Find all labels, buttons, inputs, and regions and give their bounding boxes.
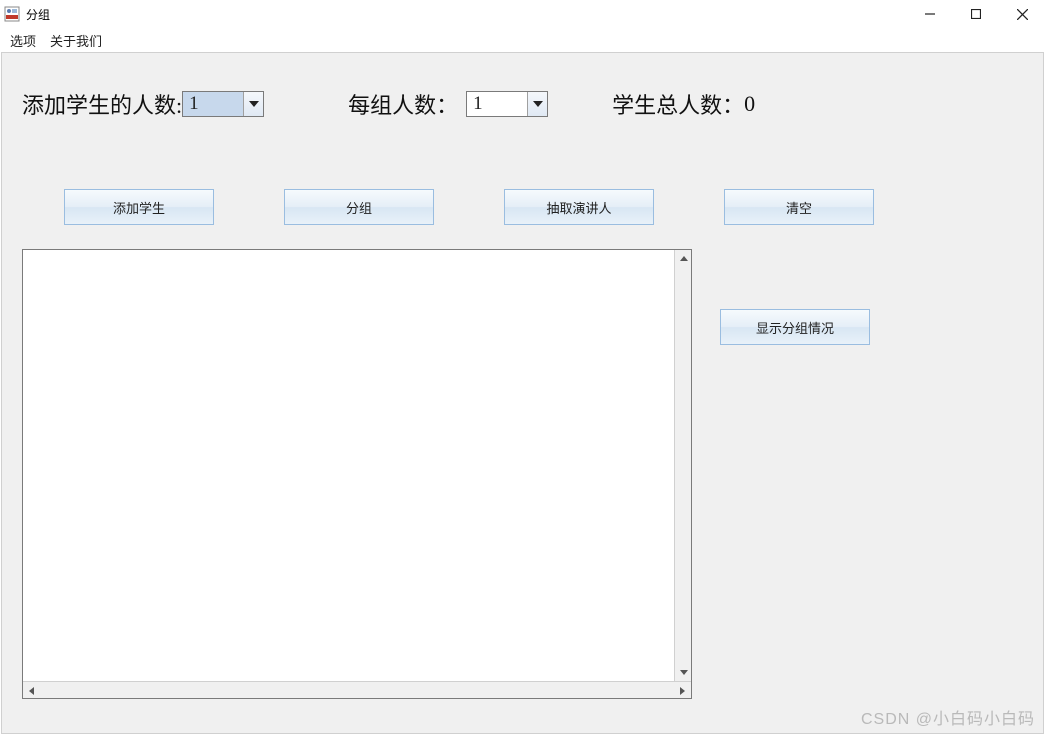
- total-label: 学生总人数：: [612, 88, 744, 120]
- menu-about[interactable]: 关于我们: [46, 29, 106, 52]
- show-grouping-button[interactable]: 显示分组情况: [720, 309, 870, 345]
- chevron-down-icon: [243, 92, 263, 116]
- close-button[interactable]: [999, 0, 1045, 28]
- scroll-right-icon[interactable]: [674, 682, 691, 699]
- per-group-value: 1: [467, 92, 527, 116]
- maximize-button[interactable]: [953, 0, 999, 28]
- horizontal-scrollbar[interactable]: [23, 681, 691, 698]
- per-group-label: 每组人数：: [348, 88, 458, 120]
- row-buttons: 添加学生 分组 抽取演讲人 清空: [64, 189, 1023, 229]
- row-config: 添加学生的人数: 1 每组人数： 1 学生总人数： 0: [22, 87, 1023, 121]
- chevron-down-icon: [527, 92, 547, 116]
- add-count-label: 添加学生的人数:: [22, 88, 182, 120]
- total-value: 0: [744, 91, 755, 117]
- menu-options[interactable]: 选项: [6, 29, 40, 52]
- add-student-button[interactable]: 添加学生: [64, 189, 214, 225]
- add-count-value: 1: [183, 92, 243, 116]
- group-button[interactable]: 分组: [284, 189, 434, 225]
- per-group-combo[interactable]: 1: [466, 91, 548, 117]
- content-panel: 添加学生的人数: 1 每组人数： 1 学生总人数： 0 添加学生 分组 抽取演讲…: [1, 52, 1044, 734]
- titlebar: 分组: [0, 0, 1045, 28]
- scroll-up-icon[interactable]: [675, 250, 692, 267]
- window-controls: [907, 0, 1045, 28]
- output-textarea[interactable]: [22, 249, 692, 699]
- clear-button[interactable]: 清空: [724, 189, 874, 225]
- pick-speaker-button[interactable]: 抽取演讲人: [504, 189, 654, 225]
- vertical-scrollbar[interactable]: [674, 250, 691, 681]
- minimize-button[interactable]: [907, 0, 953, 28]
- scroll-down-icon[interactable]: [675, 664, 692, 681]
- menubar: 选项 关于我们: [0, 28, 1045, 52]
- scroll-left-icon[interactable]: [23, 682, 40, 699]
- window-title: 分组: [26, 6, 50, 23]
- add-count-combo[interactable]: 1: [182, 91, 264, 117]
- app-icon: [4, 6, 20, 22]
